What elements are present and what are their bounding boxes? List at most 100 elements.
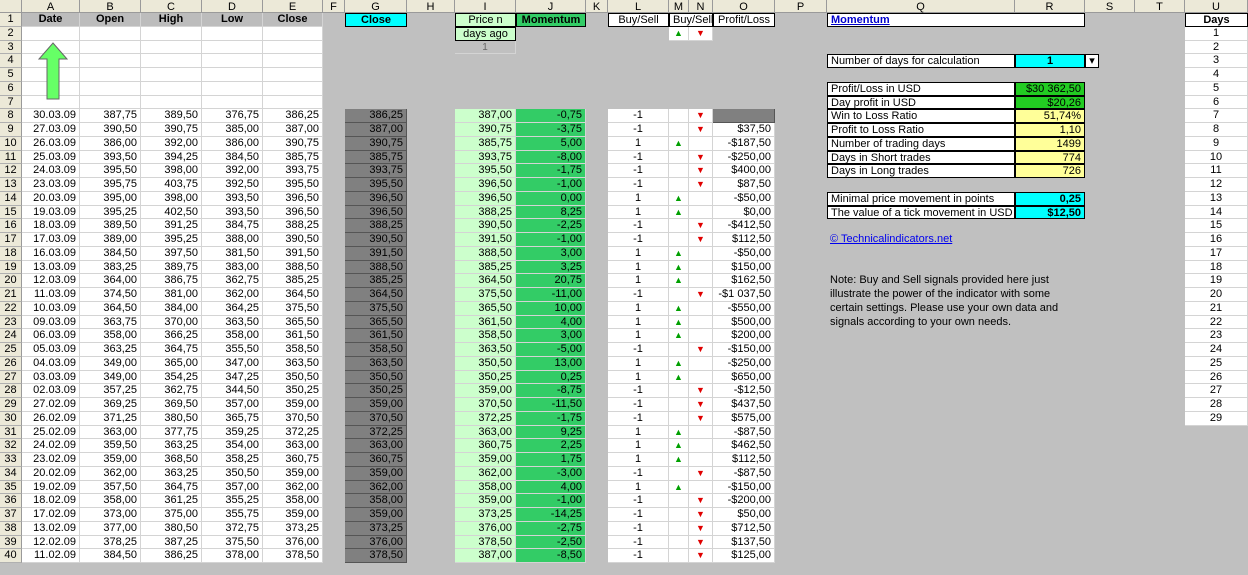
column-header-t[interactable]: T: [1135, 0, 1185, 13]
row-open[interactable]: 384,50: [80, 549, 141, 563]
column-title-close[interactable]: Close: [263, 13, 323, 27]
row-high[interactable]: 402,50: [141, 205, 202, 220]
row-close[interactable]: 364,50: [263, 288, 323, 302]
row-low[interactable]: 392,50: [202, 178, 263, 192]
row-header[interactable]: 26: [0, 356, 22, 371]
row-date[interactable]: 30.03.09: [22, 109, 80, 123]
row-arrow-empty[interactable]: [689, 439, 713, 453]
row-momentum[interactable]: 9,25: [516, 425, 586, 440]
row-low[interactable]: 357,00: [202, 480, 263, 495]
row-close-g[interactable]: 365,50: [345, 315, 407, 330]
days-calc-value[interactable]: 1: [1015, 54, 1085, 68]
column-header-s[interactable]: S: [1085, 0, 1135, 13]
row-low[interactable]: 355,50: [202, 343, 263, 357]
row-close-g[interactable]: 395,50: [345, 178, 407, 192]
row-buy-sell[interactable]: 1: [608, 356, 669, 371]
row-date[interactable]: 25.02.09: [22, 425, 80, 440]
row-close[interactable]: 387,00: [263, 123, 323, 137]
row-arrow-empty[interactable]: [689, 425, 713, 440]
row-high[interactable]: 375,00: [141, 508, 202, 522]
row-low[interactable]: 344,50: [202, 384, 263, 398]
days-calc-dropdown-icon[interactable]: ▾: [1085, 54, 1099, 68]
row-high[interactable]: 397,50: [141, 246, 202, 261]
row-momentum[interactable]: -2,75: [516, 521, 586, 536]
row-date[interactable]: 20.02.09: [22, 466, 80, 481]
row-price-n[interactable]: 390,50: [455, 219, 516, 233]
row-date[interactable]: 12.03.09: [22, 274, 80, 288]
row-high[interactable]: 364,75: [141, 343, 202, 357]
row-header[interactable]: 36: [0, 494, 22, 508]
row-close[interactable]: 372,25: [263, 425, 323, 440]
row-profit-loss[interactable]: -$412,50: [713, 219, 775, 233]
row-high[interactable]: 370,00: [141, 315, 202, 330]
row-low[interactable]: 358,00: [202, 329, 263, 343]
column-header-g[interactable]: G: [345, 0, 407, 13]
row-low[interactable]: 385,00: [202, 123, 263, 137]
row-date[interactable]: 03.03.09: [22, 370, 80, 385]
column-header-f[interactable]: F: [323, 0, 345, 13]
row-buy-sell[interactable]: 1: [608, 246, 669, 261]
row-price-n[interactable]: 358,50: [455, 329, 516, 343]
row-arrow-empty[interactable]: [689, 274, 713, 288]
row-header[interactable]: 16: [0, 219, 22, 233]
day-item[interactable]: 13: [1185, 191, 1248, 206]
tick-value[interactable]: 0,25: [1015, 191, 1085, 206]
row-header[interactable]: 28: [0, 384, 22, 398]
row-profit-loss[interactable]: -$12,50: [713, 384, 775, 398]
row-date[interactable]: 12.02.09: [22, 535, 80, 550]
column-title-open[interactable]: Open: [80, 13, 141, 27]
row-price-n[interactable]: 360,75: [455, 439, 516, 453]
row-price-n[interactable]: 363,50: [455, 343, 516, 357]
row-open[interactable]: 357,50: [80, 480, 141, 495]
row-close[interactable]: 359,00: [263, 398, 323, 412]
row-low[interactable]: 359,25: [202, 425, 263, 440]
row-close-g[interactable]: 363,50: [345, 356, 407, 371]
day-item[interactable]: 17: [1185, 246, 1248, 261]
row-profit-loss[interactable]: $462,50: [713, 439, 775, 453]
row-buy-sell[interactable]: 1: [608, 480, 669, 495]
row-high[interactable]: 398,00: [141, 164, 202, 178]
stat-value[interactable]: 51,74%: [1015, 109, 1085, 123]
column-title-high[interactable]: High: [141, 13, 202, 27]
row-low[interactable]: 393,50: [202, 205, 263, 220]
row-price-n[interactable]: 364,50: [455, 274, 516, 288]
row-header[interactable]: 29: [0, 398, 22, 412]
row-momentum[interactable]: -3,75: [516, 123, 586, 137]
row-price-n[interactable]: 359,00: [455, 384, 516, 398]
row-date[interactable]: 06.03.09: [22, 329, 80, 343]
row-buy-sell[interactable]: 1: [608, 453, 669, 467]
row-open[interactable]: 363,00: [80, 425, 141, 440]
row-header[interactable]: 27: [0, 370, 22, 385]
row-date[interactable]: 23.03.09: [22, 178, 80, 192]
empty-cell[interactable]: [202, 95, 263, 110]
row-arrow-empty[interactable]: [669, 164, 689, 178]
empty-cell[interactable]: [80, 81, 141, 96]
row-price-n[interactable]: 391,50: [455, 233, 516, 247]
price-n-days-ago[interactable]: days ago: [455, 26, 516, 41]
website-link[interactable]: © Technicalindicators.net: [827, 233, 1015, 247]
row-header[interactable]: 8: [0, 109, 22, 123]
empty-cell[interactable]: [263, 81, 323, 96]
row-header[interactable]: 37: [0, 508, 22, 522]
row-open[interactable]: 363,25: [80, 343, 141, 357]
empty-cell[interactable]: [141, 40, 202, 55]
row-profit-loss[interactable]: -$1 037,50: [713, 288, 775, 302]
row-header[interactable]: 33: [0, 453, 22, 467]
row-open[interactable]: 357,25: [80, 384, 141, 398]
row-high[interactable]: 363,25: [141, 439, 202, 453]
day-item[interactable]: 5: [1185, 81, 1248, 96]
row-high[interactable]: 380,50: [141, 411, 202, 426]
row-low[interactable]: 386,00: [202, 136, 263, 151]
row-momentum[interactable]: -2,50: [516, 535, 586, 550]
column-title-profit-loss[interactable]: Profit/Loss: [713, 13, 775, 27]
row-arrow-empty[interactable]: [669, 398, 689, 412]
row-buy-sell[interactable]: -1: [608, 549, 669, 563]
stat-value[interactable]: $30 362,50: [1015, 81, 1085, 96]
row-arrow-empty[interactable]: [689, 370, 713, 385]
column-title-close-g[interactable]: Close: [345, 13, 407, 27]
row-close[interactable]: 391,50: [263, 246, 323, 261]
day-item[interactable]: 4: [1185, 68, 1248, 82]
row-header[interactable]: 5: [0, 68, 22, 82]
day-item[interactable]: 26: [1185, 370, 1248, 385]
row-low[interactable]: 372,75: [202, 521, 263, 536]
